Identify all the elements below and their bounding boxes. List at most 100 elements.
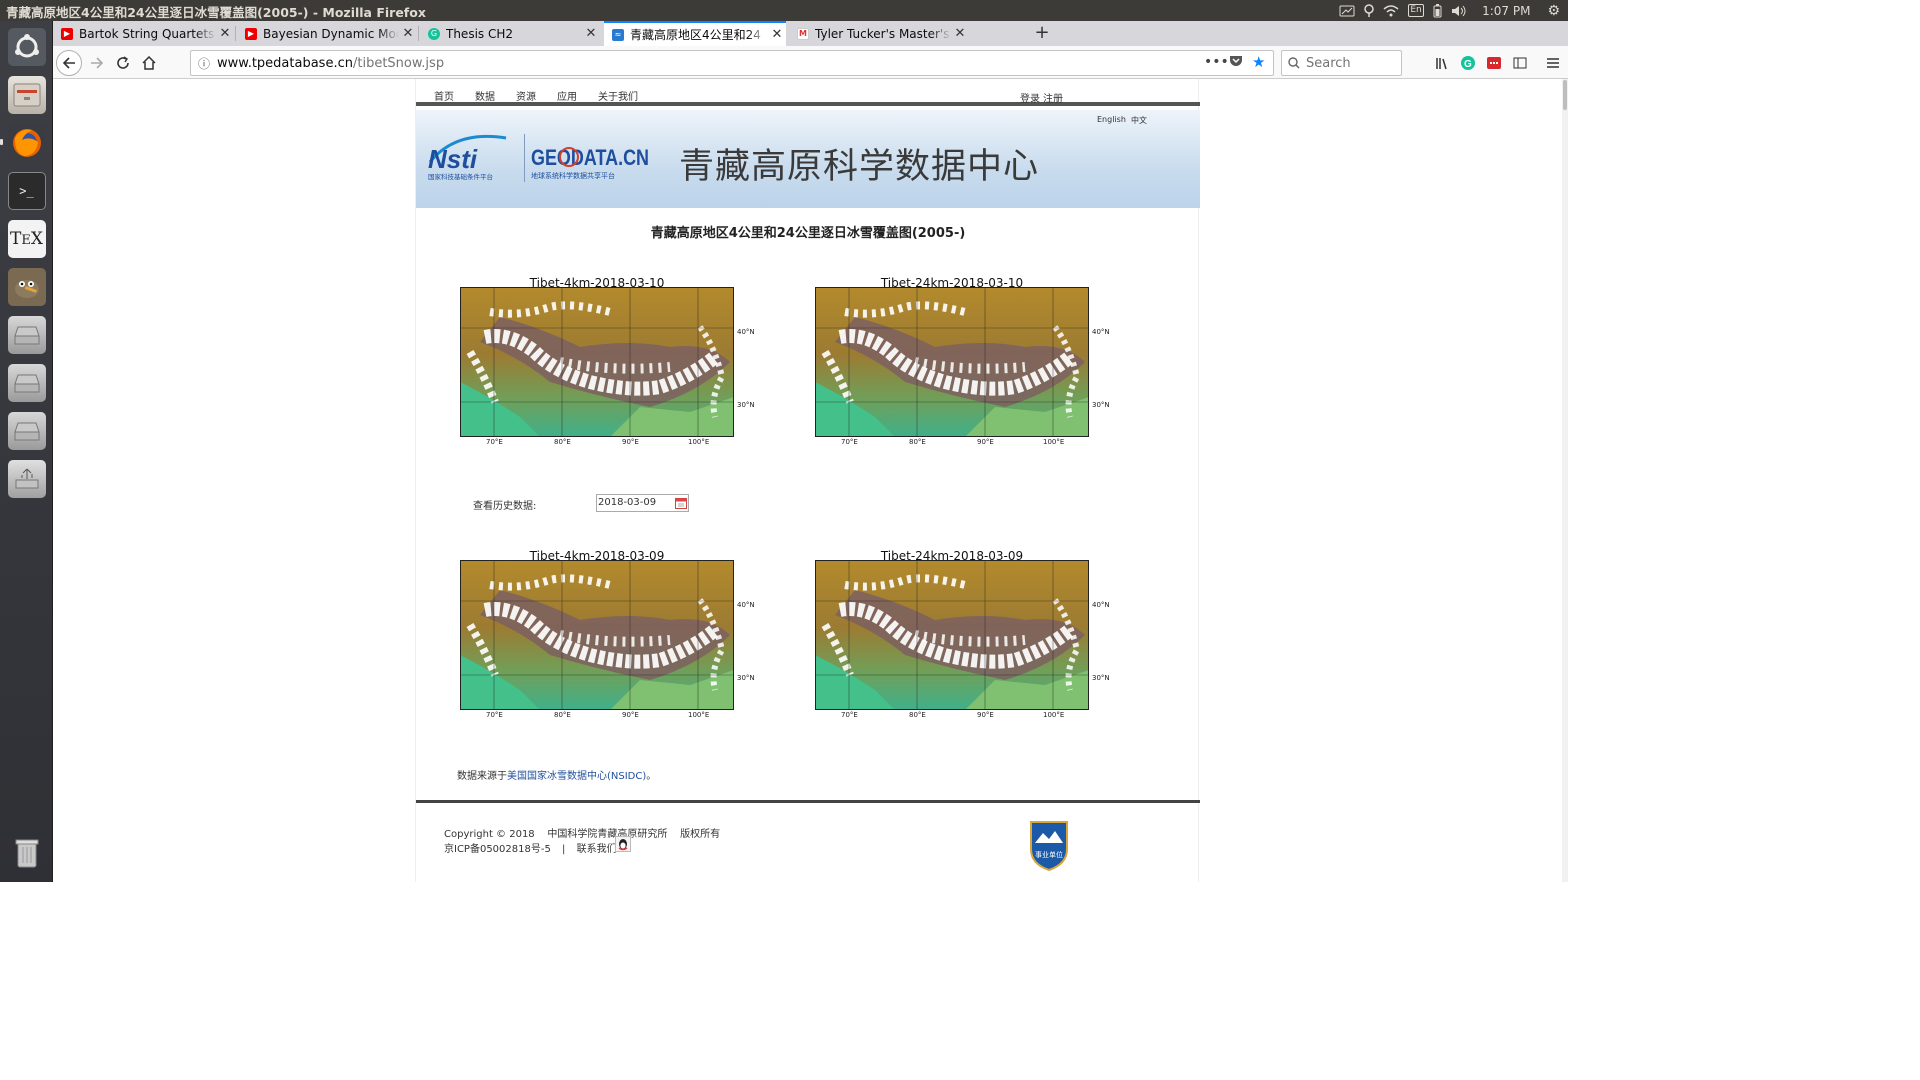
calendar-icon[interactable]	[675, 497, 687, 509]
snow-cover-map-image	[815, 287, 1089, 437]
url-bar[interactable]: ⓘ www.tpedatabase.cn/tibetSnow.jsp ••• ★	[190, 50, 1274, 76]
os-top-panel: 青藏高原地区4公里和24公里逐日冰雪覆盖图(2005-) - Mozilla F…	[0, 0, 1568, 21]
trash-app-icon[interactable]	[5, 831, 48, 874]
library-icon[interactable]	[1432, 53, 1452, 73]
files-app-icon[interactable]	[5, 73, 48, 116]
tab-separator	[418, 26, 419, 41]
nav-about[interactable]: 关于我们	[598, 88, 638, 103]
dash-home-button[interactable]	[5, 25, 48, 68]
scrollbar-track[interactable]	[1562, 79, 1568, 882]
gimp-app-icon[interactable]	[5, 265, 48, 308]
lon-label-80e: 80°E	[909, 711, 926, 719]
icp-link[interactable]: 京ICP备05002818号-5	[444, 844, 551, 855]
search-bar[interactable]: Search	[1281, 50, 1402, 76]
public-institution-badge-icon[interactable]: 事业单位	[1027, 819, 1071, 871]
site-info-icon[interactable]: ⓘ	[191, 55, 217, 72]
lon-label-70e: 70°E	[841, 711, 858, 719]
history-date-value: 2018-03-09	[598, 497, 657, 508]
register-link[interactable]: 注册	[1043, 90, 1063, 105]
search-icon	[1288, 57, 1300, 69]
url-path: /tibetSnow.jsp	[352, 55, 445, 71]
gimp-icon	[7, 267, 46, 306]
tab-thesis[interactable]: G Thesis CH2 ✕	[420, 21, 600, 46]
nav-home[interactable]: 首页	[434, 88, 454, 103]
site-container: 首页 数据 资源 应用 关于我们 登录 注册 English 中文 Nsti 国…	[415, 79, 1200, 882]
lang-english[interactable]: English	[1097, 115, 1126, 124]
keyboard-layout-indicator[interactable]: En	[1408, 4, 1425, 17]
drive-icon	[7, 315, 46, 354]
location-icon[interactable]	[1364, 3, 1374, 18]
lon-label-90e: 90°E	[977, 711, 994, 719]
terminal-app-icon[interactable]: >_	[5, 169, 48, 212]
nsidc-link[interactable]: 美国国家冰雪数据中心(NSIDC)	[507, 771, 646, 782]
clock[interactable]: 1:07 PM	[1482, 4, 1530, 18]
lon-label-70e: 70°E	[841, 438, 858, 446]
nav-apps[interactable]: 应用	[557, 88, 577, 103]
data-source-note: 数据来源于美国国家冰雪数据中心(NSIDC)。	[457, 767, 656, 782]
drive-1-app-icon[interactable]	[5, 313, 48, 356]
lon-label-100e: 100°E	[688, 438, 710, 446]
reload-icon	[117, 56, 129, 69]
pocket-icon[interactable]	[1229, 54, 1243, 72]
grammarly-extension-icon[interactable]: G	[1458, 53, 1478, 73]
drive-icon	[7, 363, 46, 402]
banner-title: 青藏高原科学数据中心	[679, 147, 1040, 187]
qq-chat-icon[interactable]	[615, 836, 631, 852]
copyright-text: Copyright © 2018 中国科学院青藏高原研究所 版权所有	[444, 829, 721, 840]
navigation-toolbar: ⓘ www.tpedatabase.cn/tibetSnow.jsp ••• ★…	[53, 46, 1568, 79]
tab-tibet-snow[interactable]: ≈ 青藏高原地区4公里和24 ✕	[604, 21, 786, 46]
close-tab-icon[interactable]: ✕	[951, 26, 969, 41]
usb-icon	[7, 459, 46, 498]
volume-icon[interactable]	[1451, 5, 1467, 17]
tab-bartok[interactable]: ▶ Bartok String Quartets ✕	[53, 21, 234, 46]
settings-gear-icon[interactable]: ⚙	[1547, 3, 1560, 19]
back-button[interactable]	[56, 50, 82, 76]
close-tab-icon[interactable]: ✕	[768, 27, 786, 42]
lon-label-100e: 100°E	[1043, 711, 1065, 719]
battery-icon[interactable]	[1433, 3, 1442, 18]
site-footer: Copyright © 2018 中国科学院青藏高原研究所 版权所有 京ICP备…	[416, 800, 1200, 882]
tab-label: Bartok String Quartets	[79, 26, 215, 41]
close-tab-icon[interactable]: ✕	[216, 26, 234, 41]
texstudio-app-icon[interactable]: TEX	[5, 217, 48, 260]
history-date-input[interactable]: 2018-03-09	[596, 494, 689, 512]
lang-chinese[interactable]: 中文	[1131, 115, 1147, 126]
tab-master-thesis[interactable]: M Tyler Tucker's Master's T ✕	[789, 21, 969, 46]
tab-bayesian[interactable]: ▶ Bayesian Dynamic Mode ✕	[237, 21, 417, 46]
extension-red-icon[interactable]	[1484, 53, 1504, 73]
drive-3-app-icon[interactable]	[5, 409, 48, 452]
contact-us-link[interactable]: 联系我们	[577, 844, 617, 855]
scrollbar-thumb[interactable]	[1563, 80, 1567, 110]
logo-divider	[524, 134, 525, 182]
reload-button[interactable]	[110, 50, 136, 76]
login-link[interactable]: 登录	[1020, 90, 1040, 105]
wifi-icon[interactable]	[1383, 4, 1399, 17]
usb-drive-app-icon[interactable]	[5, 457, 48, 500]
youtube-icon: ▶	[61, 27, 73, 40]
arrow-left-icon	[62, 57, 75, 69]
page-actions-icon[interactable]: •••	[1204, 54, 1229, 70]
sidebar-toggle-icon[interactable]	[1510, 53, 1530, 73]
forward-button[interactable]	[84, 50, 110, 76]
new-tab-button[interactable]: +	[1031, 22, 1053, 44]
lat-label-40n: 40°N	[737, 328, 755, 336]
menu-hamburger-icon[interactable]	[1543, 53, 1563, 73]
close-tab-icon[interactable]: ✕	[399, 26, 417, 41]
lon-label-80e: 80°E	[554, 711, 571, 719]
lon-label-100e: 100°E	[1043, 438, 1065, 446]
site-banner: English 中文 Nsti 国家科技基础条件平台 GEODATA.CN 地球…	[416, 110, 1200, 208]
screen-icon[interactable]	[1339, 5, 1355, 17]
site-icon: ≈	[612, 28, 624, 41]
lon-label-90e: 90°E	[977, 438, 994, 446]
map-24km-0309: Tibet-24km-2018-03-09 40°N 30°N 70°E 80°…	[815, 549, 1115, 724]
close-tab-icon[interactable]: ✕	[582, 26, 600, 41]
firefox-app-icon[interactable]	[5, 121, 48, 164]
bookmark-star-icon[interactable]: ★	[1252, 53, 1265, 71]
lon-label-90e: 90°E	[622, 438, 639, 446]
drive-2-app-icon[interactable]	[5, 361, 48, 404]
nav-resources[interactable]: 资源	[516, 88, 536, 103]
nav-data[interactable]: 数据	[475, 88, 495, 103]
lat-label-40n: 40°N	[1092, 601, 1110, 609]
home-button[interactable]	[136, 50, 162, 76]
tab-label: Tyler Tucker's Master's T	[815, 26, 951, 41]
